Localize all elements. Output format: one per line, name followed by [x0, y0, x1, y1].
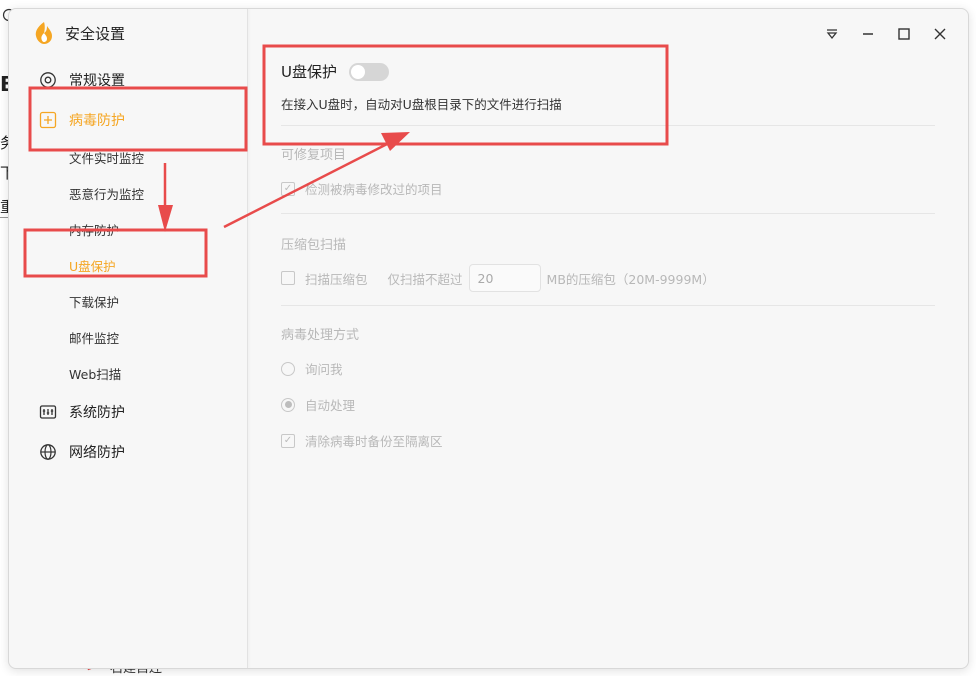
handling-backup-label: 清除病毒时备份至隔离区 — [305, 434, 443, 449]
handling-backup-checkbox[interactable]: ✓ — [281, 433, 295, 448]
app-title-row: 安全设置 — [33, 21, 125, 45]
handling-auto-label: 自动处理 — [305, 398, 356, 413]
sidebar-subitem-memory-protection[interactable]: 内存防护 — [69, 220, 119, 239]
archive-option-row: 扫描压缩包 仅扫描不超过 MB的压缩包（20M-9999M） — [281, 264, 715, 292]
usb-protection-description: 在接入U盘时，自动对U盘根目录下的文件进行扫描 — [281, 97, 562, 112]
handling-backup-row: ✓ 清除病毒时备份至隔离区 — [281, 431, 443, 450]
handling-auto-row: 自动处理 — [281, 395, 355, 414]
archive-section-title: 压缩包扫描 — [281, 238, 347, 253]
plus-square-icon — [39, 111, 57, 129]
sidebar-subitem-mail-monitor[interactable]: 邮件监控 — [69, 328, 119, 347]
usb-protection-toggle[interactable] — [348, 62, 389, 81]
repairable-section-title: 可修复项目 — [281, 148, 347, 163]
handling-ask-row: 询问我 — [281, 359, 343, 378]
app-title: 安全设置 — [65, 24, 126, 43]
handling-ask-radio[interactable] — [281, 361, 295, 376]
handling-ask-label: 询问我 — [305, 362, 343, 377]
archive-size-limit-input[interactable] — [468, 264, 541, 292]
repairable-checkbox[interactable]: ✓ — [281, 181, 295, 196]
usb-protection-title: U盘保护 — [281, 63, 337, 81]
sidebar-item-label: 网络防护 — [69, 445, 125, 461]
system-equalizer-icon — [39, 403, 57, 421]
sidebar-item-label: 常规设置 — [69, 73, 125, 89]
radio-selected-dot — [284, 401, 292, 408]
archive-scan-label: 扫描压缩包 — [305, 271, 368, 287]
flame-logo-icon — [35, 22, 52, 44]
sidebar: 安全设置 常规设置 病毒防护 文件实时监控 恶意行为监控 内存防护 U盘保护 下… — [9, 9, 248, 668]
sidebar-subitem-file-monitor[interactable]: 文件实时监控 — [69, 148, 144, 167]
archive-limit-suffix: MB的压缩包（20M-9999M） — [546, 271, 715, 287]
security-settings-window: 安全设置 常规设置 病毒防护 文件实时监控 恶意行为监控 内存防护 U盘保护 下… — [8, 8, 969, 669]
gear-icon — [39, 71, 57, 89]
sidebar-item-label: 系统防护 — [69, 405, 125, 421]
sidebar-subitem-download-protection[interactable]: 下载保护 — [69, 292, 119, 311]
settings-content: U盘保护 在接入U盘时，自动对U盘根目录下的文件进行扫描 可修复项目 ✓ 检测被… — [249, 9, 968, 668]
sidebar-subitem-usb-protection[interactable]: U盘保护 — [69, 256, 116, 275]
sidebar-item-label: 病毒防护 — [69, 113, 125, 129]
sidebar-item-general[interactable]: 常规设置 — [39, 70, 125, 90]
divider — [281, 125, 935, 126]
handling-section-title: 病毒处理方式 — [281, 328, 360, 343]
sidebar-item-network-protection[interactable]: 网络防护 — [39, 442, 125, 462]
toggle-knob — [350, 64, 365, 79]
sidebar-item-virus-protection[interactable]: 病毒防护 — [39, 110, 125, 130]
handling-auto-radio[interactable] — [281, 397, 295, 412]
sidebar-item-system-protection[interactable]: 系统防护 — [39, 402, 125, 422]
repairable-option-row: ✓ 检测被病毒修改过的项目 — [281, 179, 443, 198]
usb-protection-header: U盘保护 — [281, 61, 389, 82]
sidebar-subitem-behavior-monitor[interactable]: 恶意行为监控 — [69, 184, 144, 203]
divider — [281, 213, 935, 214]
archive-scan-checkbox[interactable] — [281, 271, 295, 285]
sidebar-subitem-web-scan[interactable]: Web扫描 — [69, 364, 121, 383]
repairable-option-label: 检测被病毒修改过的项目 — [305, 182, 443, 197]
divider — [281, 305, 935, 306]
globe-icon — [39, 443, 57, 461]
archive-limit-prefix: 仅扫描不超过 — [387, 271, 463, 287]
